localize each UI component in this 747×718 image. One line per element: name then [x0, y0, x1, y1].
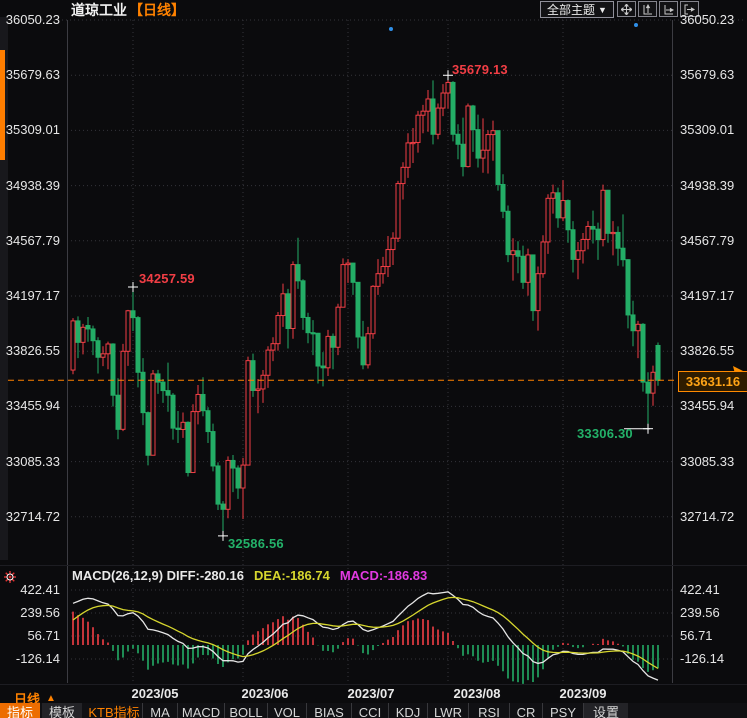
- price-axis-label: 34567.79: [680, 234, 738, 248]
- indicator-toolbar: 指标 模板 KTB指标 MAMACDBOLLVOLBIASCCIKDJLWRRS…: [0, 703, 747, 718]
- indicator-item-cr[interactable]: CR: [509, 703, 542, 718]
- price-axis-label: 36050.23: [680, 13, 738, 27]
- x-axis-label: 2023/07: [336, 686, 406, 701]
- indicator-item-macd[interactable]: MACD: [177, 703, 224, 718]
- price-axis-label: 35679.63: [2, 68, 60, 82]
- price-axis-label: 35309.01: [2, 123, 60, 137]
- axis-zoom-vertical-button[interactable]: [638, 1, 657, 17]
- dea-line: [73, 597, 658, 668]
- x-axis-label: 2023/09: [548, 686, 618, 701]
- x-axis-label: 2023/08: [442, 686, 512, 701]
- annotation-local-high-price: 34257.59: [139, 271, 195, 286]
- price-axis-label: 33455.94: [2, 399, 60, 413]
- diff-line: [73, 592, 658, 680]
- indicator-item-vol[interactable]: VOL: [267, 703, 306, 718]
- macd-header: MACD(26,12,9) DIFF:-280.16 DEA:-186.74 M…: [72, 568, 427, 583]
- macd-dea-value: DEA:-186.74: [254, 568, 330, 583]
- macd-axis-label: 239.56: [680, 606, 738, 620]
- key-point-markers: [128, 70, 653, 541]
- candlestick-chart[interactable]: [0, 0, 747, 718]
- price-axis-label: 33826.55: [680, 344, 738, 358]
- x-axis-label: 2023/06: [230, 686, 300, 701]
- macd-axis-label: 56.71: [2, 629, 60, 643]
- indicator-item-boll[interactable]: BOLL: [224, 703, 267, 718]
- annotation-low-price: 32586.56: [228, 536, 284, 551]
- macd-axis-label: 239.56: [2, 606, 60, 620]
- macd-axis-label: 56.71: [680, 629, 738, 643]
- price-axis-label: 33085.33: [680, 455, 738, 469]
- indicator-shortcuts: MAMACDBOLLVOLBIASCCIKDJLWRRSICRPSY: [142, 703, 583, 718]
- price-axis-label: 36050.23: [2, 13, 60, 27]
- price-axis-label: 33085.33: [2, 455, 60, 469]
- price-axis-label: 35309.01: [680, 123, 738, 137]
- event-dot: [389, 27, 393, 31]
- theme-dropdown-label: 全部主题: [547, 1, 595, 18]
- price-axis-label: 33826.55: [2, 344, 60, 358]
- period-tag: 【日线】: [129, 0, 185, 20]
- titlebar: 道琼工业 【日线】: [71, 1, 185, 18]
- macd-axis-label: 422.41: [680, 583, 738, 597]
- indicator-item-kdj[interactable]: KDJ: [388, 703, 427, 718]
- axis-zoom-vertical-icon: [642, 4, 653, 15]
- annotation-recent-low-price: 33306.30: [577, 426, 633, 441]
- chevron-down-icon: ▼: [598, 5, 607, 15]
- price-axis-label: 34197.17: [2, 289, 60, 303]
- price-axis-label: 32714.72: [2, 510, 60, 524]
- axis-zoom-horizontal-icon: [663, 4, 674, 15]
- macd-axis-label: 422.41: [2, 583, 60, 597]
- last-price-tag: 33631.16: [678, 371, 747, 392]
- x-axis-label: 2023/05: [120, 686, 190, 701]
- stock-chart-window: 道琼工业 【日线】 全部主题 ▼: [0, 0, 747, 718]
- annotation-high-price: 35679.13: [452, 62, 508, 77]
- tab-templates[interactable]: 模板: [42, 703, 82, 718]
- macd-axis-label: -126.14: [2, 652, 60, 666]
- settings-button[interactable]: 设置: [583, 703, 628, 718]
- price-axis-label: 33455.94: [680, 399, 738, 413]
- symbol-title: 道琼工业: [71, 0, 127, 20]
- price-axis-label: 34938.39: [2, 179, 60, 193]
- indicator-item-lwr[interactable]: LWR: [427, 703, 468, 718]
- indicator-item-ma[interactable]: MA: [142, 703, 177, 718]
- candles-layer: [71, 75, 660, 536]
- macd-title-and-diff: MACD(26,12,9) DIFF:-280.16: [72, 568, 244, 583]
- tab-indicators[interactable]: 指标: [0, 703, 40, 718]
- indicator-item-rsi[interactable]: RSI: [468, 703, 509, 718]
- indicator-item-psy[interactable]: PSY: [542, 703, 583, 718]
- tab-ktb-indicators[interactable]: KTB指标: [86, 703, 142, 718]
- axis-zoom-horizontal-button[interactable]: [659, 1, 678, 17]
- price-axis-label: 32714.72: [680, 510, 738, 524]
- price-axis-label: 34567.79: [2, 234, 60, 248]
- macd-macd-value: MACD:-186.83: [340, 568, 427, 583]
- price-axis-label: 34197.17: [680, 289, 738, 303]
- indicator-starburst-icon[interactable]: [4, 571, 16, 583]
- pan-cross-icon: [621, 4, 632, 15]
- indicator-item-bias[interactable]: BIAS: [306, 703, 351, 718]
- price-axis-label: 34938.39: [680, 179, 738, 193]
- event-dot: [634, 23, 638, 27]
- grid-lines: [10, 20, 745, 683]
- theme-dropdown[interactable]: 全部主题 ▼: [540, 1, 614, 18]
- macd-layer: [73, 592, 658, 684]
- macd-axis-label: -126.14: [680, 652, 738, 666]
- indicator-item-cci[interactable]: CCI: [351, 703, 388, 718]
- left-scroll-thumb[interactable]: [0, 50, 5, 160]
- pan-cross-button[interactable]: [617, 1, 636, 17]
- price-axis-label: 35679.63: [680, 68, 738, 82]
